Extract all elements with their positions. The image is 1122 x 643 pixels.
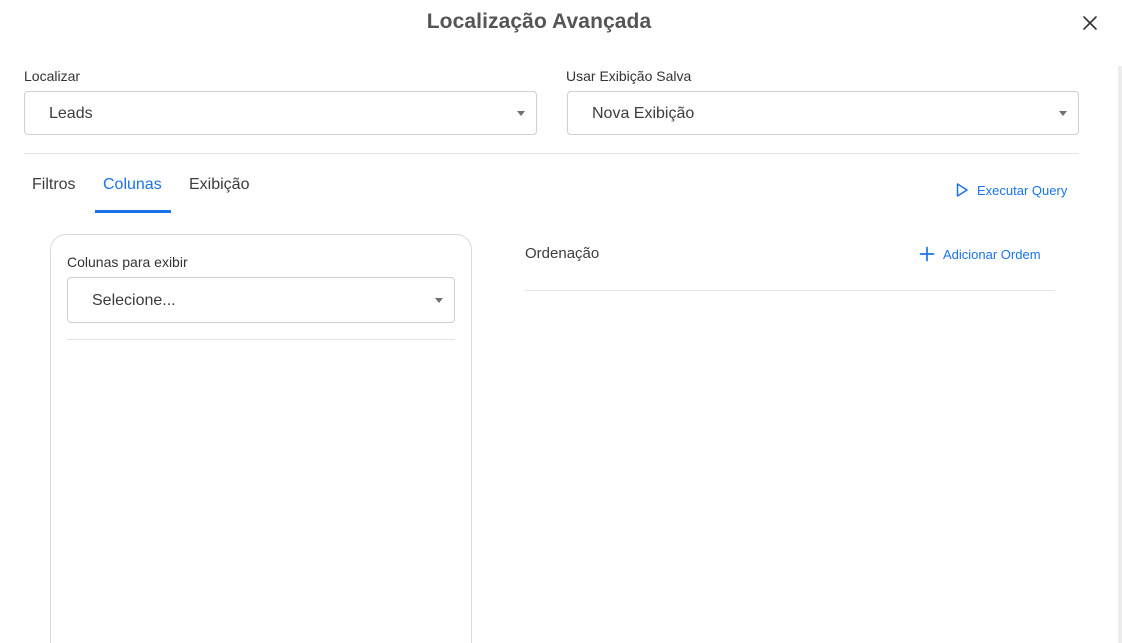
run-query-button[interactable]: Executar Query — [955, 182, 1067, 198]
add-order-label: Adicionar Ordem — [943, 246, 1041, 262]
tab-columns[interactable]: Colunas — [103, 176, 162, 194]
find-label: Localizar — [24, 68, 81, 84]
ordering-label: Ordenação — [525, 245, 600, 262]
dialog-title: Localização Avançada — [426, 10, 652, 33]
plus-icon — [919, 246, 935, 262]
advanced-find-dialog: Localização Avançada Localizar Leads Usa… — [0, 0, 1122, 643]
active-tab-indicator — [95, 210, 171, 213]
columns-label: Colunas para exibir — [67, 254, 188, 270]
saved-view-select-value: Nova Exibição — [592, 105, 695, 122]
chevron-down-icon — [517, 111, 525, 116]
columns-panel: Colunas para exibir Selecione... — [50, 234, 472, 643]
chevron-down-icon — [1059, 111, 1067, 116]
columns-divider — [67, 339, 455, 340]
find-select-value: Leads — [49, 105, 93, 122]
saved-view-label: Usar Exibição Salva — [566, 68, 692, 84]
find-select[interactable]: Leads — [24, 91, 537, 135]
add-order-button[interactable]: Adicionar Ordem — [919, 246, 1041, 262]
saved-view-select[interactable]: Nova Exibição — [567, 91, 1079, 135]
close-icon — [1078, 11, 1102, 35]
tab-filters[interactable]: Filtros — [32, 176, 76, 194]
vertical-scrollbar[interactable] — [1118, 66, 1122, 643]
close-button[interactable] — [1078, 11, 1102, 35]
header-divider — [24, 153, 1079, 154]
tab-display[interactable]: Exibição — [189, 176, 249, 194]
columns-select[interactable]: Selecione... — [67, 277, 455, 323]
play-outline-icon — [955, 182, 969, 198]
chevron-down-icon — [435, 298, 443, 303]
run-query-label: Executar Query — [977, 182, 1068, 198]
columns-select-placeholder: Selecione... — [92, 292, 176, 309]
ordering-divider — [525, 290, 1055, 291]
